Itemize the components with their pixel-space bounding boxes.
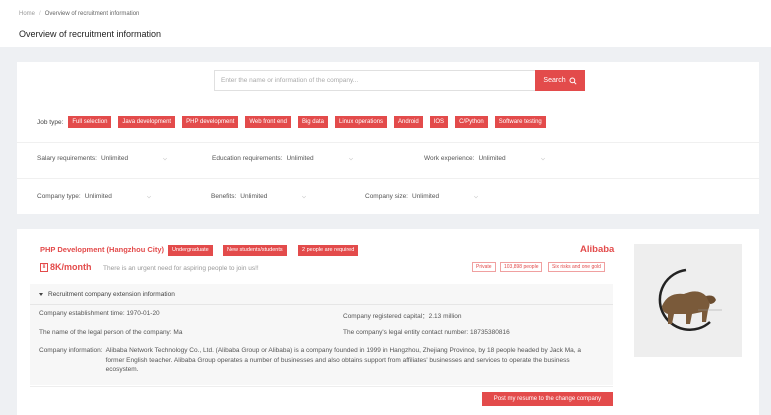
filter-row-1: Salary requirements: Unlimited Education…: [37, 155, 546, 162]
divider: [17, 142, 759, 143]
chevron-down-icon: [348, 157, 353, 160]
job-tag-software-testing[interactable]: Software testing: [494, 116, 546, 128]
job-tag-full-selection[interactable]: Full selection: [68, 116, 112, 128]
chevron-down-icon: [163, 157, 168, 160]
benefits-select-label: Benefits:: [211, 193, 237, 200]
filter-panel: Enter the name or information of the com…: [17, 62, 759, 214]
company-information: Company information: Alibaba Network Tec…: [39, 346, 599, 375]
money-icon: ¥: [40, 262, 48, 272]
company-size-select-label: Company size:: [365, 193, 408, 200]
filter-row-2: Company type: Unlimited Benefits: Unlimi…: [37, 193, 479, 200]
divider: [30, 386, 613, 387]
salary: ¥ 8K/month: [40, 262, 92, 272]
company-size-select-value: Unlimited: [412, 193, 440, 200]
company-name[interactable]: Alibaba: [580, 244, 614, 255]
benefits-select-value: Unlimited: [240, 193, 268, 200]
salary-value: 8K/month: [50, 262, 92, 272]
registered-capital: Company registered capital：2.13 million: [343, 313, 462, 320]
company-information-label: Company information:: [39, 347, 103, 354]
salary-select[interactable]: Salary requirements: Unlimited: [37, 155, 212, 162]
job-tag-android[interactable]: Android: [394, 116, 423, 128]
experience-select-label: Work experience:: [424, 155, 475, 162]
students-badge: New students/students: [223, 245, 287, 256]
company-type-select-label: Company type:: [37, 193, 81, 200]
job-tag-java-development[interactable]: Java development: [118, 116, 176, 128]
chevron-down-icon: [540, 157, 545, 160]
benefits-tag: Six risks and one gold: [548, 262, 605, 272]
extension-title: Recruitment company extension informatio…: [48, 291, 175, 298]
extension-toggle[interactable]: Recruitment company extension informatio…: [39, 291, 175, 298]
breadcrumb-current: Overview of recruitment information: [44, 11, 140, 17]
company-size-select[interactable]: Company size: Unlimited: [365, 193, 479, 200]
job-type-row: Job type: Full selection Java developmen…: [37, 116, 553, 128]
search-button-label: Search: [543, 77, 566, 84]
salary-select-value: Unlimited: [100, 155, 129, 162]
job-tag-ios[interactable]: IOS: [429, 116, 449, 128]
chevron-down-icon: [302, 195, 307, 198]
job-tag-c-python[interactable]: C/Python: [455, 116, 488, 128]
chevron-down-icon: [146, 195, 151, 198]
company-size-tag: 103,898 people: [500, 262, 543, 272]
company-logo-image: [658, 268, 722, 331]
divider: [30, 304, 613, 305]
job-tag-linux-operations[interactable]: Linux operations: [335, 116, 388, 128]
search-button[interactable]: Search: [535, 70, 585, 91]
education-badge: Undergraduate: [168, 245, 213, 256]
company-logo: [634, 244, 742, 357]
job-slogan: There is an urgent need for aspiring peo…: [103, 265, 259, 272]
job-type-label: Job type:: [37, 118, 64, 126]
search-icon: [569, 76, 577, 85]
page-header: Home / Overview of recruitment information…: [0, 0, 771, 47]
job-tag-php-development[interactable]: PHP development: [182, 116, 239, 128]
company-information-text: Alibaba Network Technology Co., Ltd. (Al…: [105, 347, 581, 373]
caret-down-icon: [39, 293, 43, 296]
divider: [17, 178, 759, 179]
breadcrumb: Home / Overview of recruitment information: [19, 11, 139, 17]
page-title: Overview of recruitment information: [19, 29, 162, 39]
education-select-label: Education requirements:: [212, 155, 283, 162]
education-select-value: Unlimited: [286, 155, 314, 162]
headcount-badge: 2 people are required: [298, 245, 359, 256]
job-tag-web-front-end[interactable]: Web front end: [245, 116, 291, 128]
establishment-time: Company establishment time: 1970-01-20: [39, 310, 160, 317]
legal-contact: The company's legal entity contact numbe…: [343, 329, 510, 336]
experience-select-value: Unlimited: [478, 155, 506, 162]
job-title[interactable]: PHP Development (Hangzhou City): [40, 245, 164, 254]
experience-select[interactable]: Work experience: Unlimited: [424, 155, 546, 162]
breadcrumb-separator: /: [39, 11, 41, 17]
search-input[interactable]: Enter the name or information of the com…: [214, 70, 535, 91]
breadcrumb-home[interactable]: Home: [19, 11, 35, 17]
post-resume-button[interactable]: Post my resume to the change company: [482, 392, 613, 406]
salary-select-label: Salary requirements:: [37, 155, 97, 162]
company-type-tag: Private: [472, 262, 496, 272]
job-card: PHP Development (Hangzhou City) Undergra…: [17, 229, 759, 415]
legal-person: The name of the legal person of the comp…: [39, 329, 183, 336]
benefits-select[interactable]: Benefits: Unlimited: [211, 193, 365, 200]
job-tag-big-data[interactable]: Big data: [297, 116, 328, 128]
chevron-down-icon: [474, 195, 479, 198]
company-type-select[interactable]: Company type: Unlimited: [37, 193, 211, 200]
company-type-select-value: Unlimited: [84, 193, 112, 200]
education-select[interactable]: Education requirements: Unlimited: [212, 155, 424, 162]
